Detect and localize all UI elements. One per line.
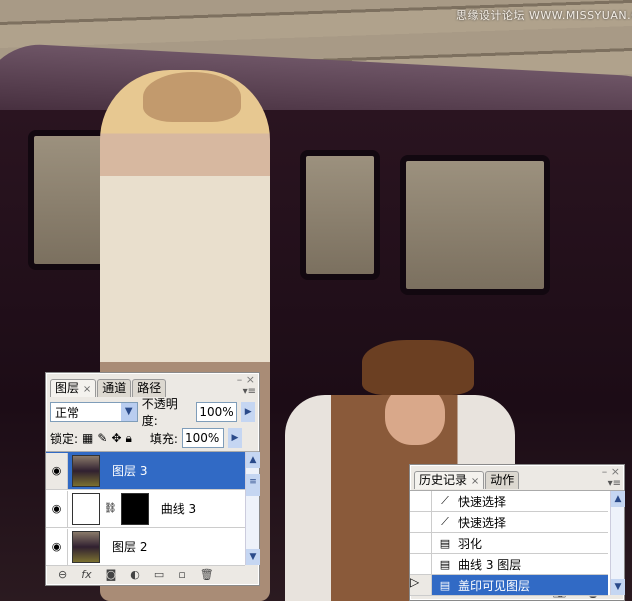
fx-icon[interactable]: fx [81, 568, 91, 581]
layers-panel: 图层 × 通道 路径 – × ▾≡ 正常 ▼ 不透明度: 100% ▶ 锁定: ▦… [45, 372, 260, 586]
layer-name: 图层 2 [112, 540, 148, 554]
mask-thumbnail [120, 492, 149, 525]
history-item[interactable]: ⟋ 快速选择 [410, 512, 608, 533]
car-window [300, 150, 380, 280]
scrollbar[interactable]: ▲ ▼ [610, 491, 625, 595]
history-item[interactable]: ▤ 羽化 [410, 533, 608, 554]
watermark: 思缘设计论坛 WWW.MISSYUAN.COM [456, 9, 632, 22]
history-item[interactable]: ▷ ▤ 盖印可见图层 [410, 575, 608, 596]
scroll-up-icon[interactable]: ▲ [246, 452, 260, 468]
link-layers-icon[interactable]: ⊖ [58, 568, 67, 581]
scrollbar[interactable]: ▲ ≡ ▼ [245, 452, 260, 565]
close-icon[interactable]: × [83, 384, 91, 395]
tab-actions[interactable]: 动作 [485, 471, 520, 489]
blend-mode-value: 正常 [55, 405, 80, 420]
history-item-label: 曲线 3 图层 [458, 557, 522, 572]
eye-icon[interactable]: ◉ [46, 528, 68, 565]
link-icon[interactable]: ⛓ [104, 503, 117, 514]
lock-paint-icon[interactable]: ✎ [97, 431, 107, 445]
layer-row[interactable]: ◉ ⛓ 曲线 3 [46, 490, 245, 528]
fill-label: 填充: [149, 431, 178, 446]
opacity-input[interactable]: 100% [196, 402, 238, 422]
scroll-down-icon[interactable]: ▼ [611, 579, 625, 595]
scroll-down-icon[interactable]: ▼ [246, 549, 260, 565]
panel-menu-icon[interactable]: ▾≡ [608, 478, 621, 489]
lock-label: 锁定: [50, 431, 79, 446]
history-state-marker-icon[interactable]: ▷ [410, 575, 432, 595]
blend-mode-select[interactable]: 正常 ▼ [50, 402, 138, 422]
fill-input[interactable]: 100% [181, 428, 224, 448]
layer-name: 曲线 3 [160, 502, 197, 516]
fedora [362, 340, 474, 395]
lock-transparency-icon[interactable]: ▦ [82, 431, 93, 445]
minimize-close-icon[interactable]: – × [237, 373, 255, 386]
car-window [400, 155, 550, 295]
curves-thumbnail [72, 492, 100, 525]
layer-name: 图层 3 [112, 464, 148, 478]
layer-row[interactable]: ◉ 图层 3 [46, 452, 245, 490]
tab-label: 历史记录 [419, 473, 468, 487]
history-item-label: 盖印可见图层 [458, 578, 531, 593]
scroll-up-icon[interactable]: ▲ [611, 491, 625, 507]
action-icon: ▤ [439, 578, 451, 592]
lock-move-icon[interactable]: ✥ [111, 431, 121, 445]
history-item-label: 快速选择 [458, 494, 507, 509]
history-panel: 历史记录 × 动作 – × ▾≡ ⟋ 快速选择 ⟋ 快速选择 ▤ 羽化 ▤ 曲线 3 图… [409, 464, 625, 601]
tab-layers[interactable]: 图层 × [50, 379, 97, 397]
history-item-label: 快速选择 [458, 515, 507, 530]
chevron-down-icon: ▼ [120, 403, 137, 421]
fill-slider-button[interactable]: ▶ [227, 428, 242, 448]
action-icon: ▤ [439, 557, 451, 571]
quick-select-icon: ⟋ [441, 515, 449, 528]
tab-paths[interactable]: 路径 [132, 379, 167, 397]
opacity-label: 不透明度: [141, 397, 178, 428]
minimize-close-icon[interactable]: – × [602, 465, 620, 478]
snapshot-checkbox[interactable] [410, 533, 432, 553]
eye-icon[interactable]: ◉ [46, 490, 68, 527]
layer-thumbnail [72, 454, 100, 487]
layer-thumbnail [72, 530, 100, 563]
snapshot-checkbox[interactable] [410, 512, 432, 532]
tab-label: 图层 [55, 381, 80, 395]
adjustment-layer-icon[interactable]: ◐ [130, 568, 140, 581]
eye-icon[interactable]: ◉ [46, 452, 68, 489]
tab-channels[interactable]: 通道 [97, 379, 132, 397]
quick-select-icon: ⟋ [441, 494, 449, 507]
scroll-thumb[interactable]: ≡ [246, 474, 260, 496]
panel-menu-icon[interactable]: ▾≡ [243, 386, 256, 397]
new-group-icon[interactable]: ▭ [154, 568, 164, 581]
action-icon: ▤ [439, 536, 451, 550]
history-item[interactable]: ▤ 曲线 3 图层 [410, 554, 608, 575]
beret [143, 72, 241, 122]
lock-all-icon[interactable]: 🔒︎ [126, 431, 132, 446]
close-icon[interactable]: × [471, 476, 479, 487]
snapshot-checkbox[interactable] [410, 491, 432, 511]
history-item[interactable]: ⟋ 快速选择 [410, 491, 608, 512]
trash-icon[interactable]: 🗑︎ [200, 568, 214, 581]
history-item-label: 羽化 [458, 536, 483, 551]
snapshot-checkbox[interactable] [410, 554, 432, 574]
tab-history[interactable]: 历史记录 × [414, 471, 485, 489]
layer-row[interactable]: ◉ 图层 2 [46, 528, 245, 566]
add-mask-icon[interactable]: ◙ [106, 568, 117, 581]
new-layer-icon[interactable]: ▫ [178, 568, 185, 581]
opacity-slider-button[interactable]: ▶ [241, 402, 256, 422]
